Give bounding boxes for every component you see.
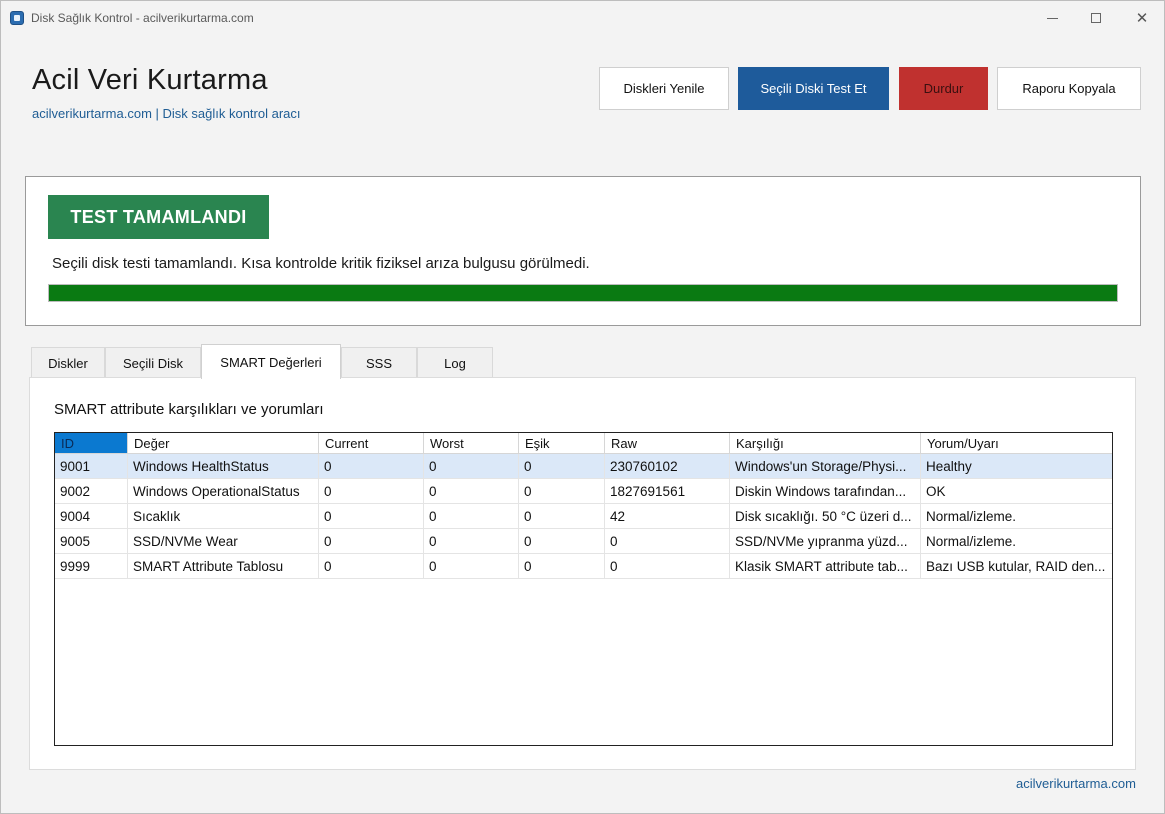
- minimize-button[interactable]: [1029, 1, 1075, 35]
- table-cell: 42: [605, 504, 730, 529]
- table-cell: SMART Attribute Tablosu: [128, 554, 319, 579]
- table-cell: 0: [519, 454, 605, 479]
- table-cell: SSD/NVMe yıpranma yüzd...: [730, 529, 921, 554]
- table-cell: Diskin Windows tarafından...: [730, 479, 921, 504]
- stop-button[interactable]: Durdur: [899, 67, 988, 110]
- column-header-worst[interactable]: Worst: [424, 433, 519, 454]
- tab-diskler[interactable]: Diskler: [31, 347, 105, 378]
- table-cell: 0: [424, 479, 519, 504]
- refresh-disks-button[interactable]: Diskleri Yenile: [599, 67, 729, 110]
- maximize-icon: [1091, 13, 1101, 23]
- minimize-icon: [1046, 17, 1058, 19]
- status-badge: TEST TAMAMLANDI: [48, 195, 269, 239]
- table-cell: Bazı USB kutular, RAID den...: [921, 554, 1112, 579]
- table-cell: 0: [424, 454, 519, 479]
- copy-report-button[interactable]: Raporu Kopyala: [997, 67, 1141, 110]
- table-cell: 0: [424, 504, 519, 529]
- table-cell: Normal/izleme.: [921, 504, 1112, 529]
- tab-log[interactable]: Log: [417, 347, 493, 378]
- column-header-karsiligi[interactable]: Karşılığı: [730, 433, 921, 454]
- table-cell: 0: [519, 504, 605, 529]
- table-cell: Healthy: [921, 454, 1112, 479]
- table-row[interactable]: 9999 SMART Attribute Tablosu 0 0 0 0 Klasik SM…: [55, 554, 1112, 579]
- table-cell: 0: [519, 479, 605, 504]
- status-panel: TEST TAMAMLANDI Seçili disk testi tamaml…: [25, 176, 1141, 326]
- table-row[interactable]: 9005 SSD/NVMe Wear 0 0 0 0 SSD/NVMe yıpranma y…: [55, 529, 1112, 554]
- column-header-deger[interactable]: Değer: [128, 433, 319, 454]
- table-cell: SSD/NVMe Wear: [128, 529, 319, 554]
- table-cell: 0: [424, 529, 519, 554]
- page-subtitle: acilverikurtarma.com | Disk sağlık kontr…: [32, 106, 301, 121]
- page-title: Acil Veri Kurtarma: [32, 64, 268, 96]
- table-header: ID Değer Current Worst Eşik Raw Karşılığ…: [55, 433, 1112, 454]
- table-cell: 9002: [55, 479, 128, 504]
- column-header-current[interactable]: Current: [319, 433, 424, 454]
- footer-website-link[interactable]: acilverikurtarma.com: [1016, 776, 1136, 791]
- title-bar: Disk Sağlık Kontrol - acilverikurtarma.c…: [1, 1, 1164, 35]
- table-cell: 1827691561: [605, 479, 730, 504]
- column-header-raw[interactable]: Raw: [605, 433, 730, 454]
- table-cell: Sıcaklık: [128, 504, 319, 529]
- table-cell: 0: [319, 504, 424, 529]
- table-cell: 0: [319, 454, 424, 479]
- app-window: Disk Sağlık Kontrol - acilverikurtarma.c…: [0, 0, 1165, 814]
- smart-tab-panel: SMART attribute karşılıkları ve yorumlar…: [29, 377, 1136, 770]
- tab-sss[interactable]: SSS: [341, 347, 417, 378]
- progress-bar: [48, 284, 1118, 302]
- status-message: Seçili disk testi tamamlandı. Kısa kontr…: [52, 255, 590, 272]
- table-cell: Windows OperationalStatus: [128, 479, 319, 504]
- table-cell: Normal/izleme.: [921, 529, 1112, 554]
- table-cell: 230760102: [605, 454, 730, 479]
- table-cell: 0: [424, 554, 519, 579]
- column-header-id[interactable]: ID: [55, 433, 128, 454]
- table-cell: 9001: [55, 454, 128, 479]
- close-button[interactable]: ✕: [1119, 1, 1165, 35]
- table-cell: 0: [319, 529, 424, 554]
- table-cell: 0: [605, 529, 730, 554]
- table-cell: 0: [605, 554, 730, 579]
- table-cell: 0: [319, 479, 424, 504]
- column-header-yorum[interactable]: Yorum/Uyarı: [921, 433, 1112, 454]
- table-cell: Klasik SMART attribute tab...: [730, 554, 921, 579]
- table-row[interactable]: 9004 Sıcaklık 0 0 0 42 Disk sıcaklığı. 50 °C ü…: [55, 504, 1112, 529]
- table-cell: 9004: [55, 504, 128, 529]
- table-cell: Windows'un Storage/Physi...: [730, 454, 921, 479]
- table-cell: OK: [921, 479, 1112, 504]
- window-title: Disk Sağlık Kontrol - acilverikurtarma.c…: [31, 11, 254, 25]
- table-cell: 9999: [55, 554, 128, 579]
- table-cell: 9005: [55, 529, 128, 554]
- table-cell: Windows HealthStatus: [128, 454, 319, 479]
- section-title: SMART attribute karşılıkları ve yorumlar…: [54, 401, 324, 418]
- test-selected-disk-button[interactable]: Seçili Diski Test Et: [738, 67, 889, 110]
- table-cell: Disk sıcaklığı. 50 °C üzeri d...: [730, 504, 921, 529]
- maximize-button[interactable]: [1073, 1, 1119, 35]
- table-cell: 0: [519, 554, 605, 579]
- app-disk-icon: [10, 11, 24, 25]
- table-row[interactable]: 9002 Windows OperationalStatus 0 0 0 18276915…: [55, 479, 1112, 504]
- progress-fill: [49, 285, 1117, 301]
- column-header-esik[interactable]: Eşik: [519, 433, 605, 454]
- tab-smart-degerleri[interactable]: SMART Değerleri: [201, 344, 341, 379]
- smart-table[interactable]: ID Değer Current Worst Eşik Raw Karşılığ…: [54, 432, 1113, 746]
- table-cell: 0: [519, 529, 605, 554]
- tab-secili-disk[interactable]: Seçili Disk: [105, 347, 201, 378]
- table-row[interactable]: 9001 Windows HealthStatus 0 0 0 230760102 Wind…: [55, 454, 1112, 479]
- table-cell: 0: [319, 554, 424, 579]
- close-icon: ✕: [1135, 9, 1149, 27]
